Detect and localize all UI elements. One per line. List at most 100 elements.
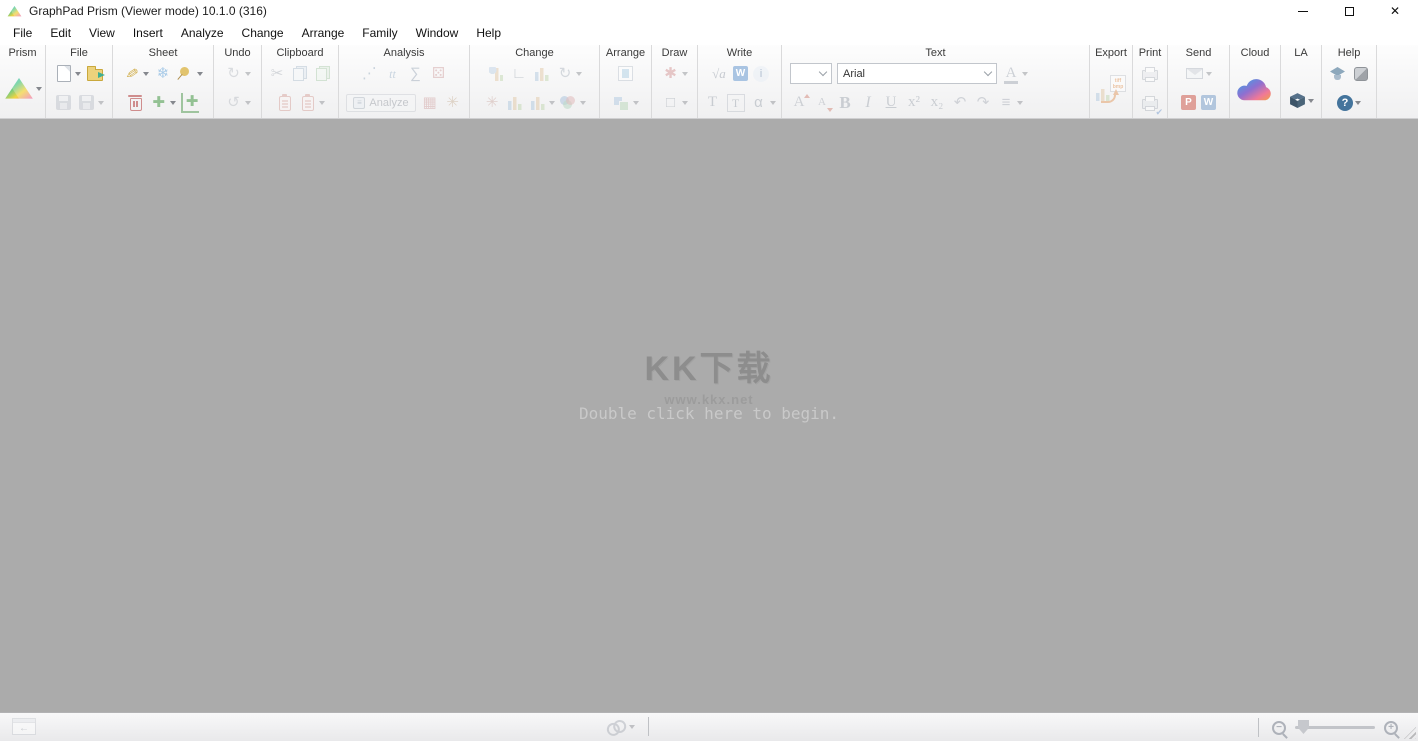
font-color-button[interactable]: A [1001,64,1029,84]
workspace-canvas[interactable]: KK下载 www.kkx.net Double click here to be… [0,119,1418,712]
menu-view[interactable]: View [80,22,124,45]
embed-word-button[interactable]: W [732,66,749,81]
new-sheet-family-button[interactable]: ✚ [180,93,201,113]
zoom-slider[interactable] [1295,726,1375,729]
descriptive-stats-button[interactable]: ∑ [406,64,426,84]
align-objects-button[interactable] [616,64,636,84]
underline-button[interactable]: U [881,93,901,113]
undo-icon: ↺ [225,93,243,113]
chevron-down-icon [984,68,992,76]
line-spacing-button[interactable]: ≡ [996,93,1024,113]
paste-icon [276,93,294,113]
decrease-font-button[interactable]: A [812,93,832,113]
magic-wand-button[interactable]: ✳ [482,93,502,113]
paste-button[interactable] [275,93,295,113]
rotate-text-right-button[interactable]: ↷ [973,93,993,113]
add-data-set-button[interactable] [505,93,525,113]
email-button[interactable] [1185,64,1213,84]
subscript-button[interactable]: x₂ [927,93,947,113]
export-graph-button[interactable]: tiffbmp [1095,75,1127,103]
freeze-button[interactable]: ❄ [153,64,173,84]
resize-grip[interactable] [1404,727,1416,739]
font-size-select[interactable] [789,63,833,84]
simulate-data-button[interactable]: ⚄ [429,64,449,84]
draw-shape-button[interactable]: □ [661,93,689,113]
axes-button[interactable]: ∟ [509,64,529,84]
menu-analyze[interactable]: Analyze [172,22,233,45]
send-word-button[interactable]: W [1200,95,1217,110]
save-as-button[interactable] [77,93,105,113]
menu-family[interactable]: Family [353,22,406,45]
begin-hint[interactable]: Double click here to begin. [0,404,1418,423]
create-table-button[interactable]: ▦ [420,93,440,113]
save-button[interactable] [54,93,74,113]
print-button[interactable] [1140,64,1160,84]
analysis-wizard-button[interactable]: ✳ [443,93,463,113]
linked-sheets-button[interactable] [605,721,636,733]
paste-special-button[interactable] [298,93,326,113]
graph-size-button[interactable] [532,64,552,84]
t-test-button[interactable]: tt [383,64,403,84]
menu-arrange[interactable]: Arrange [293,22,354,45]
delete-sheet-button[interactable] [126,93,146,113]
significance-asterisk-button[interactable]: ✱ [661,64,689,84]
recolor-icon: ↻ [556,64,574,84]
rotate-text-left-button[interactable]: ↶ [950,93,970,113]
graph-type-button[interactable] [486,64,506,84]
updates-button[interactable] [1351,64,1371,84]
prism-menu-button[interactable] [3,76,43,101]
minimize-button[interactable] [1280,0,1326,22]
color-scheme-button[interactable] [559,93,587,113]
print-preview-button[interactable]: ✔ [1140,93,1160,113]
prism-cloud-button[interactable] [1234,75,1276,101]
analyze-button[interactable]: ≡Analyze [345,94,416,112]
chevron-down-icon [36,87,42,91]
menu-edit[interactable]: Edit [41,22,80,45]
zoom-slider-handle[interactable] [1298,720,1309,734]
close-button[interactable]: ✕ [1372,0,1418,22]
send-powerpoint-button[interactable]: P [1180,95,1197,110]
text-box-button[interactable]: T [726,94,746,112]
highlight-button[interactable]: ✎ [122,64,150,84]
increase-font-button[interactable]: A [789,93,809,113]
info-sheet-button[interactable]: i [752,66,770,82]
status-bar: ← − + [0,712,1418,741]
menu-change[interactable]: Change [233,22,293,45]
graph-size-icon [535,67,549,81]
superscript-button[interactable]: x² [904,93,924,113]
bold-button[interactable]: B [835,93,855,113]
ribbon-group-label: Write [698,45,781,59]
italic-button[interactable]: I [858,93,878,113]
new-file-button[interactable] [54,64,82,84]
rotate-flip-button[interactable] [612,93,640,113]
labarchives-button[interactable] [1288,92,1315,109]
resize-graph-button[interactable] [528,93,556,113]
menu-insert[interactable]: Insert [124,22,172,45]
pin-button[interactable] [176,64,204,84]
undo-button[interactable]: ↺ [224,93,252,113]
menu-file[interactable]: File [4,22,41,45]
cut-button[interactable]: ✂ [267,64,287,84]
save-icon [55,93,73,113]
copy-button[interactable] [290,64,310,84]
prism-academy-button[interactable] [1328,64,1348,84]
navigator-toggle-button[interactable]: ← [11,718,37,735]
new-sheet-button[interactable]: ✚ [149,93,177,113]
ribbon-group-label: Analysis [339,45,469,59]
text-tool-button[interactable]: T [703,93,723,113]
maximize-button[interactable] [1326,0,1372,22]
duplicate-button[interactable] [313,64,333,84]
interpolate-button[interactable]: ⋰ [360,64,380,84]
open-file-button[interactable] [85,64,105,84]
zoom-in-button[interactable]: + [1384,721,1398,735]
font-name-select[interactable]: Arial [836,63,998,84]
equation-button[interactable]: √a [709,64,729,84]
menu-window[interactable]: Window [407,22,468,45]
menu-help[interactable]: Help [467,22,510,45]
zoom-out-button[interactable]: − [1272,721,1286,735]
greek-symbols-button[interactable]: α [749,93,777,113]
help-menu-button[interactable]: ? [1336,95,1362,111]
window-controls: ✕ [1280,0,1418,22]
redo-button[interactable]: ↻ [224,64,252,84]
recolor-button[interactable]: ↻ [555,64,583,84]
